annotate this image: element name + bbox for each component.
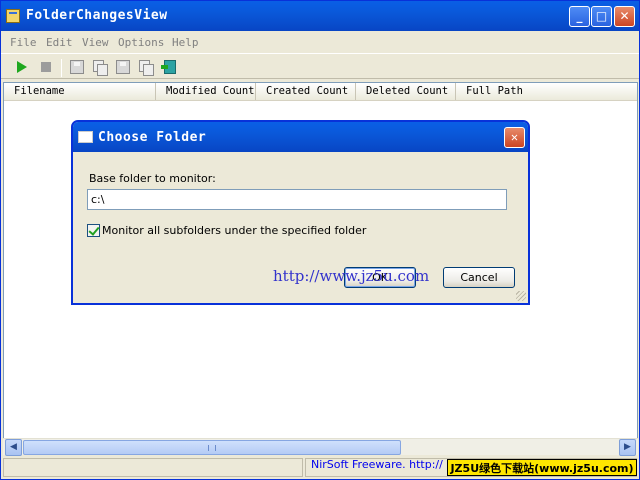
choose-folder-dialog: Choose Folder ✕ Base folder to monitor: … bbox=[71, 120, 530, 305]
list-header: Filename Modified Count Created Count De… bbox=[4, 83, 637, 101]
watermark-text: http://www.jz5u.com bbox=[273, 267, 430, 285]
exit-icon[interactable] bbox=[161, 58, 179, 76]
stop-icon[interactable] bbox=[37, 58, 55, 76]
monitor-subfolders-checkbox[interactable] bbox=[87, 224, 100, 237]
minimize-button[interactable]: _ bbox=[569, 6, 590, 27]
download-site-badge: JZ5U绿色下载站(www.jz5u.com) bbox=[447, 459, 637, 476]
base-folder-input[interactable] bbox=[87, 189, 507, 210]
scroll-right-icon[interactable]: ▶ bbox=[619, 439, 636, 456]
dialog-title-bar[interactable]: Choose Folder ✕ bbox=[73, 122, 528, 152]
resize-grip-icon[interactable] bbox=[516, 291, 526, 301]
start-icon[interactable] bbox=[13, 58, 31, 76]
copy-icon[interactable] bbox=[91, 58, 109, 76]
monitor-subfolders-label[interactable]: Monitor all subfolders under the specifi… bbox=[102, 224, 366, 237]
cancel-button[interactable]: Cancel bbox=[443, 267, 515, 288]
app-icon bbox=[6, 9, 20, 23]
menu-edit[interactable]: Edit bbox=[46, 36, 73, 49]
refresh-icon[interactable] bbox=[137, 58, 155, 76]
menu-file[interactable]: File bbox=[10, 36, 37, 49]
menu-options[interactable]: Options bbox=[118, 36, 164, 49]
base-folder-label: Base folder to monitor: bbox=[89, 172, 216, 185]
column-created-count[interactable]: Created Count bbox=[256, 83, 356, 100]
status-pane-left bbox=[3, 458, 303, 477]
menu-bar: File Edit View Options Help bbox=[1, 32, 639, 52]
maximize-button[interactable]: □ bbox=[591, 6, 612, 27]
scroll-thumb[interactable] bbox=[23, 440, 401, 455]
menu-help[interactable]: Help bbox=[172, 36, 199, 49]
column-modified-count[interactable]: Modified Count bbox=[156, 83, 256, 100]
dialog-close-button[interactable]: ✕ bbox=[504, 127, 525, 148]
column-full-path[interactable]: Full Path bbox=[456, 83, 637, 100]
column-filename[interactable]: Filename bbox=[4, 83, 156, 100]
scroll-left-icon[interactable]: ◀ bbox=[5, 439, 22, 456]
dialog-title: Choose Folder bbox=[98, 130, 207, 145]
toolbar bbox=[1, 53, 639, 79]
title-bar[interactable]: FolderChangesView _ □ ✕ bbox=[1, 1, 639, 31]
scroll-grip-icon bbox=[208, 445, 216, 451]
close-button[interactable]: ✕ bbox=[614, 6, 635, 27]
save-icon[interactable] bbox=[68, 58, 86, 76]
dialog-window-icon bbox=[78, 131, 93, 143]
toolbar-separator bbox=[61, 59, 62, 77]
horizontal-scrollbar[interactable]: ◀ ▶ bbox=[3, 438, 638, 456]
nirsoft-link[interactable]: NirSoft Freeware. http:// bbox=[311, 458, 443, 471]
properties-icon[interactable] bbox=[114, 58, 132, 76]
column-deleted-count[interactable]: Deleted Count bbox=[356, 83, 456, 100]
window-title: FolderChangesView bbox=[26, 8, 168, 23]
menu-view[interactable]: View bbox=[82, 36, 109, 49]
